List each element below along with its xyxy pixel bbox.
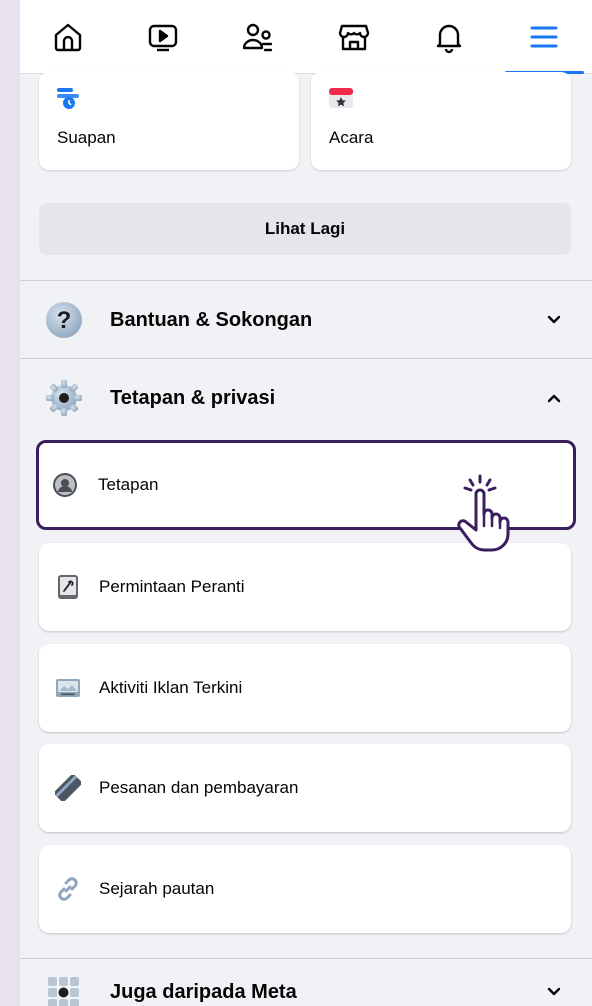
menu-item-label: Sejarah pautan bbox=[99, 879, 215, 898]
tab-notifications[interactable] bbox=[401, 0, 496, 73]
menu-item-recent-ad-activity[interactable]: Aktiviti Iklan Terkini bbox=[39, 644, 571, 732]
video-icon bbox=[148, 24, 178, 51]
feeds-icon bbox=[57, 88, 79, 109]
shortcut-card-events[interactable]: Acara bbox=[311, 72, 571, 170]
menu-item-label: Pesanan dan pembayaran bbox=[99, 778, 299, 797]
home-icon bbox=[54, 23, 81, 51]
section-label: Juga daripada Meta bbox=[110, 981, 297, 1003]
chevron-down-icon bbox=[547, 315, 561, 324]
tab-home[interactable] bbox=[20, 0, 115, 73]
menu-item-label: Aktiviti Iklan Terkini bbox=[99, 678, 243, 697]
top-navigation-bar bbox=[20, 0, 592, 74]
tab-friends[interactable] bbox=[211, 0, 306, 73]
chevron-up-icon bbox=[547, 394, 561, 403]
tap-pointer-icon bbox=[457, 474, 510, 552]
section-label: Bantuan & Sokongan bbox=[110, 308, 313, 331]
bell-icon bbox=[436, 24, 462, 53]
link-icon bbox=[58, 877, 78, 901]
account-icon bbox=[53, 473, 77, 497]
friends-icon bbox=[243, 23, 273, 51]
shortcut-label: Acara bbox=[329, 128, 374, 147]
shortcut-label: Suapan bbox=[57, 128, 116, 147]
menu-icon bbox=[530, 26, 558, 47]
tab-marketplace[interactable] bbox=[306, 0, 401, 73]
section-label: Tetapan & privasi bbox=[110, 386, 276, 409]
section-help-support[interactable]: ? Bantuan & Sokongan bbox=[20, 281, 592, 359]
help-icon: ? bbox=[46, 302, 82, 338]
chevron-down-icon bbox=[547, 987, 561, 996]
svg-text:?: ? bbox=[57, 307, 72, 334]
section-settings-privacy[interactable]: Tetapan & privasi bbox=[20, 359, 592, 437]
menu-item-link-history[interactable]: Sejarah pautan bbox=[39, 845, 571, 933]
marketplace-icon bbox=[338, 24, 369, 50]
section-also-from-meta[interactable]: Juga daripada Meta bbox=[20, 959, 592, 1006]
menu-item-label: Tetapan bbox=[98, 475, 159, 494]
menu-item-label: Permintaan Peranti bbox=[99, 577, 245, 596]
ad-activity-icon bbox=[56, 679, 80, 697]
payment-card-icon bbox=[55, 775, 81, 801]
see-more-button[interactable]: Lihat Lagi bbox=[39, 203, 571, 255]
shortcut-card-feeds[interactable]: Suapan bbox=[39, 72, 299, 170]
tab-menu[interactable] bbox=[497, 0, 592, 74]
events-icon bbox=[329, 88, 353, 108]
device-icon bbox=[58, 575, 78, 599]
menu-item-device-requests[interactable]: Permintaan Peranti bbox=[39, 543, 571, 631]
meta-apps-icon bbox=[48, 977, 79, 1006]
settings-gear-icon bbox=[46, 380, 82, 416]
app-screen: Suapan Acara Lihat Lagi ? Bantuan & Soko… bbox=[20, 0, 592, 1006]
tab-video[interactable] bbox=[115, 0, 210, 73]
menu-item-orders-payments[interactable]: Pesanan dan pembayaran bbox=[39, 744, 571, 832]
